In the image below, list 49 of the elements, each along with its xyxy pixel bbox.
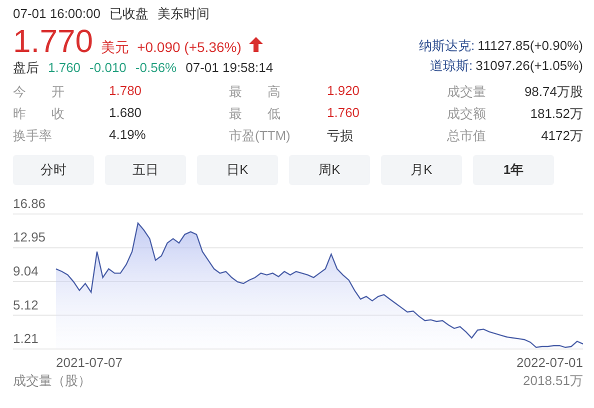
timezone-label: 美东时间 bbox=[157, 6, 210, 23]
stat-label: 总市值 bbox=[447, 126, 487, 145]
stat-label: 昨 收 bbox=[13, 104, 66, 123]
stat-value: 4.19% bbox=[109, 126, 146, 144]
period-tab[interactable]: 五日 bbox=[105, 154, 186, 185]
index-name: 道琼斯: bbox=[430, 58, 473, 75]
volume-label: 成交量（股） bbox=[13, 372, 91, 390]
stat-value: 1.680 bbox=[109, 104, 142, 122]
quote-time: 07-01 16:00:00 bbox=[13, 6, 100, 23]
axis-label: 9.04 bbox=[13, 263, 38, 278]
stat-label: 最 高 bbox=[229, 82, 282, 101]
stat-label: 市盈(TTM) bbox=[229, 126, 292, 145]
date-label: 2021-07-07 bbox=[56, 354, 122, 370]
price-change: +0.090 (+5.36%) bbox=[137, 38, 242, 56]
period-tab[interactable]: 周K bbox=[289, 154, 370, 185]
index-name: 纳斯达克: bbox=[418, 38, 475, 55]
stat-label: 最 低 bbox=[229, 104, 282, 123]
stat-label: 今 开 bbox=[13, 82, 66, 101]
currency-label: 美元 bbox=[101, 38, 130, 56]
stat-value: 4172万 bbox=[541, 126, 583, 145]
axis-label: 12.95 bbox=[13, 229, 46, 244]
period-tab[interactable]: 分时 bbox=[13, 154, 94, 185]
period-tab[interactable]: 1年 bbox=[473, 154, 554, 185]
stat-value: 1.760 bbox=[327, 104, 360, 122]
index-value: 11127.85(+0.90%) bbox=[478, 38, 583, 55]
axis-label: 1.21 bbox=[13, 330, 38, 346]
after-hours-change: -0.010 bbox=[90, 60, 126, 77]
up-arrow-icon bbox=[249, 36, 264, 52]
date-label: 2022-07-01 bbox=[516, 354, 583, 370]
stat-label: 换手率 bbox=[13, 126, 53, 145]
stat-value: 1.780 bbox=[109, 82, 142, 100]
period-tab[interactable]: 日K bbox=[197, 154, 278, 185]
after-hours-percent: -0.56% bbox=[135, 60, 177, 77]
after-hours-price: 1.760 bbox=[48, 60, 81, 77]
stat-label: 成交量 bbox=[447, 82, 487, 101]
last-price: 1.770 bbox=[13, 22, 94, 60]
stat-label: 成交额 bbox=[447, 104, 487, 123]
axis-label: 5.12 bbox=[13, 296, 38, 312]
index-value: 31097.26(+1.05%) bbox=[476, 58, 583, 75]
period-tab[interactable]: 月K bbox=[381, 154, 462, 185]
axis-label: 16.86 bbox=[13, 196, 46, 211]
stat-value: 1.920 bbox=[327, 82, 360, 100]
stat-value: 98.74万股 bbox=[524, 82, 583, 101]
stat-value: 亏损 bbox=[327, 126, 353, 145]
volume-value: 2018.51万 bbox=[523, 372, 583, 390]
market-status: 已收盘 bbox=[109, 6, 148, 23]
after-hours-label: 盘后 bbox=[13, 60, 39, 77]
stat-value: 181.52万 bbox=[530, 104, 583, 123]
after-hours-time: 07-01 19:58:14 bbox=[186, 60, 274, 77]
